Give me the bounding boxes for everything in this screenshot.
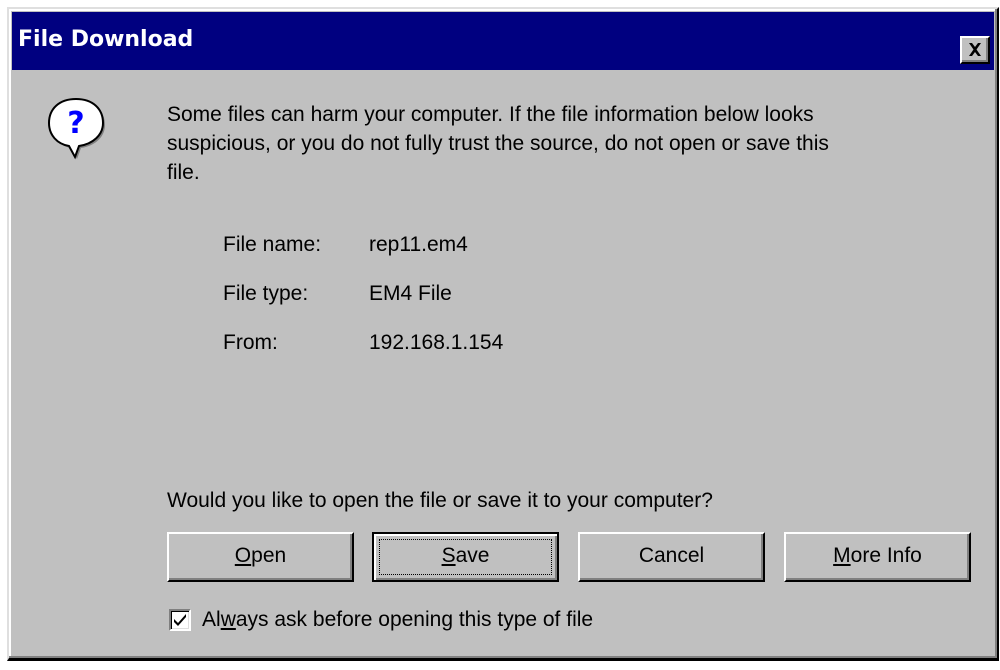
cancel-button-label: Cancel xyxy=(638,544,705,567)
open-or-save-prompt: Would you like to open the file or save … xyxy=(167,489,713,512)
from-label: From: xyxy=(223,331,278,354)
title-bar[interactable]: File Download xyxy=(12,12,994,70)
dialog-title: File Download xyxy=(18,27,194,52)
save-label-rest: ave xyxy=(455,544,490,567)
warning-line-3: file. xyxy=(167,161,200,184)
always-ask-prefix: Al xyxy=(202,608,221,631)
more-info-button-label: More Info xyxy=(833,544,922,567)
question-icon: ? xyxy=(47,97,105,160)
warning-line-1: Some files can harm your computer. If th… xyxy=(167,103,814,126)
save-mnemonic: S xyxy=(441,544,456,567)
save-button-label: Save xyxy=(442,544,490,567)
file-name-value: rep11.em4 xyxy=(369,233,468,256)
checkmark-icon xyxy=(174,614,186,626)
file-name-label: File name: xyxy=(223,233,322,256)
open-button[interactable]: Open xyxy=(167,532,354,582)
cancel-button[interactable]: Cancel xyxy=(578,532,765,582)
save-button[interactable]: Save xyxy=(372,532,559,582)
more-info-button[interactable]: More Info xyxy=(784,532,971,582)
from-value: 192.168.1.154 xyxy=(369,331,504,354)
open-label-rest: pen xyxy=(251,544,287,567)
always-ask-mnemonic: w xyxy=(220,608,236,631)
always-ask-checkbox[interactable] xyxy=(169,609,191,631)
warning-message: Some files can harm your computer. If th… xyxy=(167,100,967,187)
more-info-label-rest: ore Info xyxy=(850,544,922,567)
svg-text:?: ? xyxy=(67,106,84,141)
close-button[interactable] xyxy=(960,36,990,64)
file-type-value: EM4 File xyxy=(369,282,452,305)
open-mnemonic: O xyxy=(234,544,252,567)
open-button-label: Open xyxy=(235,544,286,567)
always-ask-suffix: ays ask before opening this type of file xyxy=(235,608,594,631)
file-type-label: File type: xyxy=(223,282,309,305)
warning-line-2: suspicious, or you do not fully trust th… xyxy=(167,132,829,155)
file-download-dialog: File Download ? Some files can harm your… xyxy=(7,7,999,661)
close-icon xyxy=(969,43,981,56)
more-info-mnemonic: M xyxy=(833,544,851,567)
always-ask-label[interactable]: Always ask before opening this type of f… xyxy=(202,607,593,633)
